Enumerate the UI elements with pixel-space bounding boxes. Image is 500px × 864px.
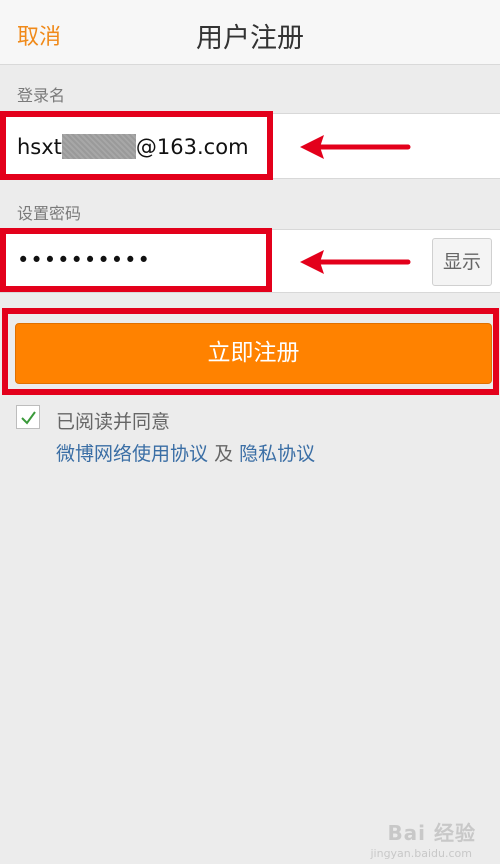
- baidu-watermark-url: jingyan.baidu.com: [370, 847, 472, 860]
- and-text: 及: [214, 443, 234, 465]
- annotation-box-password: [0, 228, 272, 292]
- agree-checkbox[interactable]: [16, 405, 40, 429]
- baidu-watermark: Bai 经验: [387, 821, 476, 845]
- checkmark-icon: [21, 411, 36, 425]
- page-title: 用户注册: [196, 23, 304, 54]
- login-name-label: 登录名: [17, 86, 66, 105]
- show-password-button[interactable]: 显示: [432, 238, 492, 286]
- agreement-links: 微博网络使用协议 及 隐私协议: [56, 439, 315, 466]
- annotation-box-login: [0, 111, 273, 180]
- annotation-arrow-login-icon: [300, 135, 411, 159]
- weibo-agreement-link[interactable]: 微博网络使用协议: [56, 443, 208, 465]
- password-label: 设置密码: [17, 204, 82, 223]
- agree-text: 已阅读并同意: [56, 411, 171, 433]
- annotation-arrow-password-icon: [300, 250, 411, 274]
- privacy-agreement-link[interactable]: 隐私协议: [239, 443, 315, 465]
- top-bar: 取消 用户注册: [0, 0, 500, 65]
- annotation-box-register: [2, 308, 499, 395]
